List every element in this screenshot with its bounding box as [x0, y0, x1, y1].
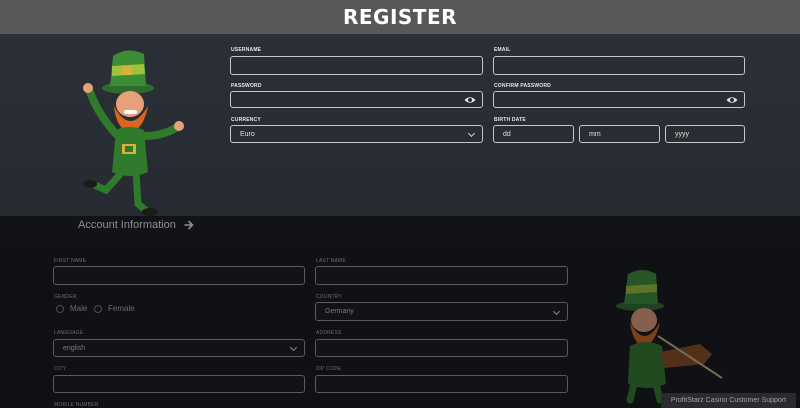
confirm-password-input[interactable]	[493, 91, 745, 108]
gender-female-radio[interactable]: Female	[94, 304, 135, 313]
currency-label: CURRENCY	[231, 117, 261, 123]
zip-code-input[interactable]	[315, 375, 568, 393]
last-name-label: LAST NAME	[316, 258, 347, 264]
username-label: USERNAME	[231, 47, 262, 53]
register-page: REGISTER USERNAME EMAIL PASSWORD CONFIRM…	[0, 0, 800, 408]
gender-label: GENDER	[54, 294, 77, 300]
first-name-label: FIRST NAME	[54, 258, 87, 264]
country-label: COUNTRY	[316, 294, 343, 300]
language-select[interactable]: english	[53, 339, 305, 357]
email-input[interactable]	[493, 56, 745, 75]
address-input[interactable]	[315, 339, 568, 357]
birth-day-input[interactable]: dd	[493, 125, 574, 143]
customer-support-button[interactable]: ProfitStarz Casino Customer Support	[661, 393, 796, 408]
username-input[interactable]	[230, 56, 483, 75]
birth-year-input[interactable]: yyyy	[665, 125, 745, 143]
city-label: CITY	[54, 366, 67, 372]
leprechaun-mascot-violin	[616, 270, 723, 404]
country-value: Germany	[325, 308, 354, 315]
radio-circle	[56, 304, 64, 313]
last-name-input[interactable]	[315, 266, 568, 285]
password-label: PASSWORD	[231, 83, 262, 89]
gender-female-label: Female	[108, 304, 135, 313]
gender-male-radio[interactable]: Male	[56, 304, 87, 313]
first-name-input[interactable]	[53, 266, 305, 285]
chevron-down-icon	[467, 129, 476, 138]
birth-month-input[interactable]: mm	[579, 125, 660, 143]
chevron-down-icon	[289, 343, 298, 352]
email-label: EMAIL	[494, 47, 511, 53]
city-input[interactable]	[53, 375, 305, 393]
country-select[interactable]: Germany	[315, 302, 568, 321]
arrow-right-icon	[184, 220, 194, 230]
mobile-number-label: MOBILE NUMBER	[54, 402, 99, 408]
language-label: LANGUAGE	[54, 330, 84, 336]
chevron-down-icon	[552, 307, 561, 315]
gender-male-label: Male	[70, 304, 88, 313]
section-title-text: Account Information	[78, 219, 176, 231]
eye-icon[interactable]	[464, 96, 476, 104]
page-title: REGISTER	[342, 5, 458, 29]
language-value: english	[63, 344, 86, 352]
currency-value: Euro	[240, 130, 255, 138]
address-label: ADDRESS	[316, 330, 342, 336]
eye-icon[interactable]	[726, 96, 738, 104]
confirm-password-label: CONFIRM PASSWORD	[494, 83, 551, 89]
radio-circle	[94, 304, 102, 313]
currency-select[interactable]: Euro	[230, 125, 483, 143]
zip-code-label: ZIP CODE	[316, 366, 342, 372]
password-input[interactable]	[230, 91, 483, 108]
register-header: REGISTER	[0, 0, 800, 34]
account-information-heading[interactable]: Account Information	[78, 219, 194, 231]
leprechaun-mascot-dancing	[83, 50, 184, 216]
birth-date-label: BIRTH DATE	[494, 117, 526, 123]
